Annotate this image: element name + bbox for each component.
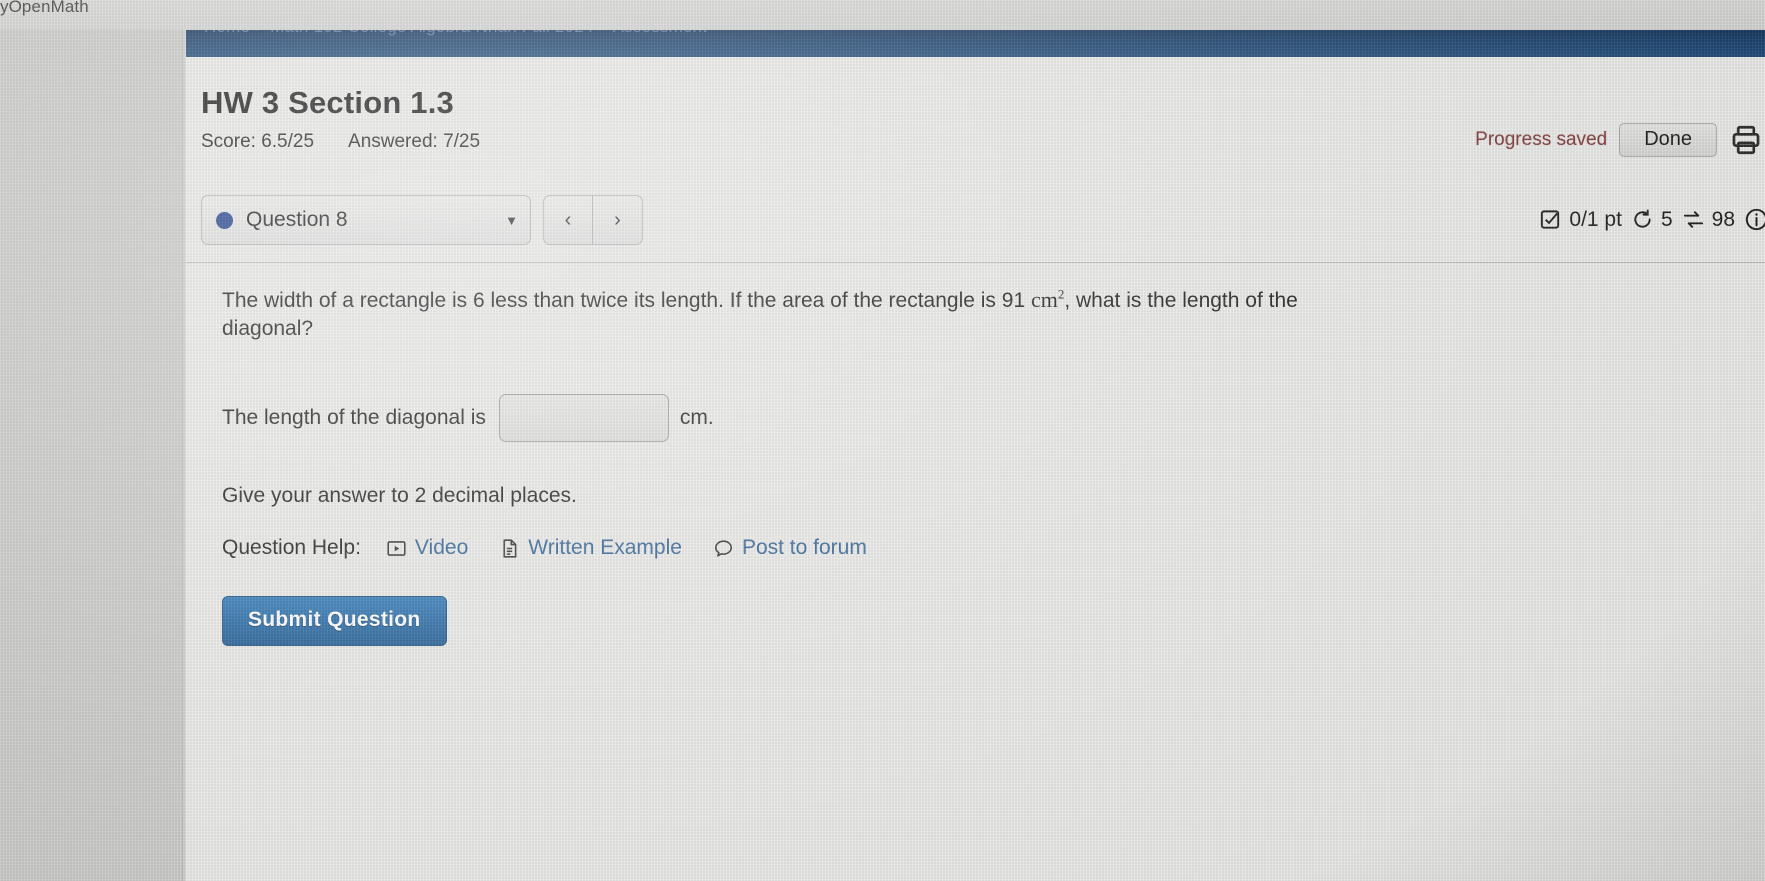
score-label: Score: 6.5/25 <box>201 131 315 152</box>
navigation-bar: Home > Math 102 College Algebra Nhan Fal… <box>186 30 1765 57</box>
answer-row: The length of the diagonal is cm. <box>222 394 1745 443</box>
page-title: HW 3 Section 1.3 <box>201 85 454 120</box>
question-toolbar: Question 8 ▼ ‹ › <box>201 195 643 245</box>
previous-question-button[interactable]: ‹ <box>543 195 593 245</box>
screen-photo: yOpenMath Home > Math 102 College Algebr… <box>0 0 1765 881</box>
content-left-edge <box>182 30 186 881</box>
breadcrumb[interactable]: Home > Math 102 College Algebra Nhan Fal… <box>204 30 707 37</box>
swap-arrows-icon <box>1682 208 1705 231</box>
submit-question-button[interactable]: Submit Question <box>222 596 447 647</box>
question-select[interactable]: Question 8 ▼ <box>201 195 531 245</box>
question-body: The width of a rectangle is 6 less than … <box>222 285 1745 647</box>
answer-precision-note: Give your answer to 2 decimal places. <box>222 484 577 508</box>
browser-window-title: yOpenMath <box>0 0 89 16</box>
question-status-chips: 0/1 pt 5 98 <box>1539 207 1765 232</box>
chevron-down-icon: ▼ <box>505 212 518 228</box>
header-actions: Progress saved Done <box>1475 123 1763 157</box>
undo-arrow-icon <box>1631 208 1654 231</box>
help-link-video[interactable]: Video <box>386 536 468 560</box>
next-question-button[interactable]: › <box>593 195 643 245</box>
question-text-part1: The width of a rectangle is 6 less than … <box>222 289 1031 312</box>
unit-base: cm <box>1030 287 1058 312</box>
document-icon <box>499 538 520 559</box>
question-status-dot-icon <box>216 211 233 229</box>
attempts-label: 5 <box>1660 207 1673 231</box>
question-text: The width of a rectangle is 6 less than … <box>222 285 1322 342</box>
versions-chip: 98 <box>1682 208 1735 232</box>
answer-input[interactable] <box>498 394 669 443</box>
checkbox-checked-icon <box>1539 208 1562 231</box>
points-label: 0/1 pt <box>1569 207 1622 231</box>
header-divider <box>186 262 1765 263</box>
help-link-written-example[interactable]: Written Example <box>499 536 682 560</box>
speech-bubble-icon <box>713 538 734 559</box>
question-nav-group: ‹ › <box>543 195 643 245</box>
score-summary: Score: 6.5/25 Answered: 7/25 <box>201 131 480 153</box>
help-link-post-to-forum-label: Post to forum <box>741 536 867 560</box>
question-select-label: Question 8 <box>246 208 348 231</box>
help-link-post-to-forum[interactable]: Post to forum <box>713 536 867 560</box>
progress-saved-status: Progress saved <box>1475 129 1608 150</box>
help-link-written-example-label: Written Example <box>528 536 682 560</box>
answered-label: Answered: 7/25 <box>348 131 481 152</box>
done-button[interactable]: Done <box>1619 123 1717 157</box>
question-help-row: Question Help: Video Written Example Pos… <box>222 536 1745 560</box>
question-help-label: Question Help: <box>222 536 361 560</box>
printer-icon[interactable] <box>1729 123 1763 157</box>
attempts-chip: 5 <box>1631 208 1673 232</box>
area-unit: cm2 <box>1031 287 1064 312</box>
answer-suffix-label: cm. <box>679 406 714 430</box>
answer-prefix-label: The length of the diagonal is <box>222 406 486 430</box>
video-play-icon <box>386 538 407 559</box>
versions-label: 98 <box>1711 207 1735 231</box>
points-chip: 0/1 pt <box>1539 208 1622 232</box>
browser-chrome-strip: yOpenMath <box>0 0 1765 30</box>
help-link-video-label: Video <box>414 536 469 560</box>
site-content: Home > Math 102 College Algebra Nhan Fal… <box>186 30 1765 881</box>
info-circle-icon[interactable] <box>1744 207 1765 232</box>
